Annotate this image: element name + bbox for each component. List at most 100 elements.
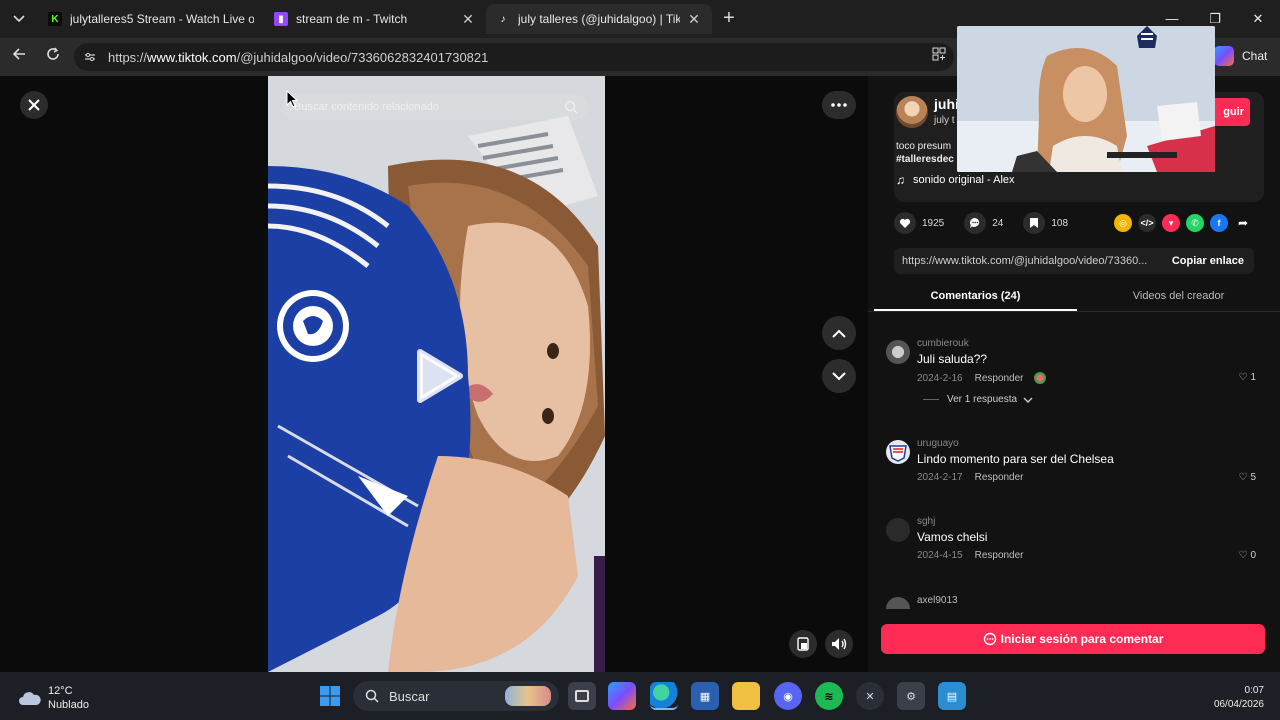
taskbar-search[interactable]: Buscar	[353, 681, 559, 711]
comment-item: axel9013	[886, 595, 1266, 609]
url-field[interactable]: https://www.tiktok.com/@juhidalgoo/video…	[74, 43, 954, 71]
app-window-icon[interactable]: ▤	[938, 682, 966, 710]
comment-like-button[interactable]: ♡ 5	[1238, 472, 1256, 483]
file-explorer-icon[interactable]	[732, 682, 760, 710]
embed-coin-icon[interactable]: ◎	[1114, 214, 1132, 232]
author-name[interactable]: juhi	[934, 96, 959, 112]
settings-icon[interactable]: ⚙	[897, 682, 925, 710]
mini-player-icon	[797, 637, 809, 651]
tab-actions-menu[interactable]	[6, 8, 32, 30]
app-available-button[interactable]	[928, 46, 950, 68]
close-window-button[interactable]: ✕	[1246, 8, 1270, 30]
save-button[interactable]: 108	[1023, 212, 1068, 234]
spotify-icon[interactable]: ≋	[815, 682, 843, 710]
previous-video-button[interactable]	[822, 316, 856, 350]
related-search-input[interactable]: Buscar contenido relacionado	[282, 94, 588, 120]
tab-kick[interactable]: K julytalleres5 Stream - Watch Live o	[38, 4, 264, 34]
comment-like-button[interactable]: ♡ 0	[1238, 550, 1256, 561]
more-options-button[interactable]	[822, 91, 856, 119]
share-arrow-icon[interactable]: ➦	[1234, 214, 1252, 232]
login-to-comment-button[interactable]: Iniciar sesión para comentar	[881, 624, 1265, 654]
system-clock[interactable]: 0:07 06/04/2026	[1214, 684, 1264, 712]
send-to-friends-icon[interactable]: ▾	[1162, 214, 1180, 232]
comment-text: Vamos chelsi	[917, 530, 988, 544]
comment-like-count: 0	[1250, 550, 1256, 561]
commenter-avatar[interactable]	[886, 597, 910, 609]
reply-button[interactable]: Responder	[975, 373, 1024, 384]
tab-comments[interactable]: Comentarios (24)	[874, 282, 1077, 311]
view-replies-button[interactable]: Ver 1 respuesta	[923, 394, 1033, 405]
embed-code-icon[interactable]: </>	[1138, 214, 1156, 232]
tab-title: stream de m - Twitch	[296, 12, 408, 26]
tab-twitch[interactable]: ▮ stream de m - Twitch ✕	[264, 4, 486, 34]
play-icon[interactable]	[414, 348, 464, 404]
commenter-username[interactable]: axel9013	[917, 595, 958, 606]
edge-icon[interactable]	[650, 682, 678, 710]
commenter-avatar[interactable]	[886, 440, 910, 464]
copilot-icon[interactable]	[608, 682, 636, 710]
video-link-text: https://www.tiktok.com/@juhidalgoo/video…	[902, 255, 1148, 267]
sound-label: sonido original - Alex	[913, 174, 1015, 186]
reply-button[interactable]: Responder	[975, 550, 1024, 561]
url-domain: www.tiktok.com	[147, 49, 237, 65]
new-tab-button[interactable]: +	[718, 8, 740, 30]
site-info-icon[interactable]	[82, 49, 98, 65]
follow-button[interactable]: guir	[1210, 98, 1250, 126]
task-view-icon[interactable]	[568, 682, 596, 710]
webcam-feed	[957, 26, 1215, 172]
search-highlight-icon	[505, 686, 551, 706]
copy-link-button[interactable]: Copiar enlace	[1162, 255, 1254, 267]
refresh-icon	[47, 47, 59, 60]
comment-date: 2024-4-15	[917, 550, 963, 561]
close-video-button[interactable]	[20, 91, 48, 119]
commenter-username[interactable]: uruguayo	[917, 438, 959, 449]
comment-icon	[983, 632, 996, 646]
refresh-button[interactable]	[42, 46, 64, 68]
start-button[interactable]	[316, 682, 344, 710]
save-count: 108	[1051, 217, 1069, 229]
tab-tiktok[interactable]: ♪ july talleres (@juhidalgoo) | TikTok ✕	[486, 4, 712, 34]
copilot-chat-button[interactable]: Chat	[1214, 46, 1267, 66]
reply-button[interactable]: Responder	[975, 472, 1024, 483]
panel-tabs: Comentarios (24) Videos del creador	[868, 282, 1280, 312]
chevron-up-icon	[832, 329, 846, 338]
tab-title: july talleres (@juhidalgoo) | TikTok	[518, 12, 680, 26]
view-replies-label: Ver 1 respuesta	[947, 394, 1018, 405]
twitch-icon: ▮	[274, 12, 288, 26]
heart-outline-icon: ♡	[1238, 472, 1248, 483]
music-note-icon: ♫	[896, 173, 905, 187]
chevron-down-icon	[832, 371, 846, 380]
commenter-username[interactable]: sghj	[917, 516, 935, 527]
close-tab-icon[interactable]: ✕	[686, 11, 702, 28]
tab-creator-videos[interactable]: Videos del creador	[1077, 282, 1280, 311]
discord-icon[interactable]: ◉	[774, 682, 802, 710]
comment-date: 2024-2-17	[917, 472, 963, 483]
comment-like-count: 1	[1250, 372, 1256, 383]
commenter-username[interactable]: cumbierouk	[917, 338, 969, 349]
xbox-icon[interactable]: ✕	[856, 682, 884, 710]
url-path: /@juhidalgoo/video/7336062832401730821	[236, 49, 489, 65]
arrow-left-icon	[12, 48, 25, 60]
comment-button[interactable]: 24	[964, 212, 1003, 234]
comment-count: 24	[992, 217, 1004, 229]
url-prefix: https://	[108, 49, 148, 65]
commenter-avatar[interactable]	[886, 518, 910, 542]
like-button[interactable]: 1925	[894, 212, 944, 234]
close-tab-icon[interactable]: ✕	[460, 11, 476, 28]
volume-button[interactable]	[825, 630, 853, 658]
next-video-button[interactable]	[822, 359, 856, 393]
whatsapp-icon[interactable]: ✆	[1186, 214, 1204, 232]
comment-icon	[970, 217, 980, 228]
copilot-icon	[1214, 46, 1234, 66]
facebook-icon[interactable]: f	[1210, 214, 1228, 232]
comment-like-button[interactable]: ♡ 1	[1238, 372, 1256, 383]
weather-widget[interactable]: 12°C Nublado	[18, 684, 89, 712]
author-avatar[interactable]	[896, 96, 928, 128]
taskbar-search-label: Buscar	[389, 688, 430, 704]
sound-link[interactable]: ♫ sonido original - Alex	[896, 173, 1015, 187]
video-player-area: Buscar contenido relacionado	[0, 76, 868, 672]
floating-player-button[interactable]	[789, 630, 817, 658]
commenter-avatar[interactable]	[886, 340, 910, 364]
store-icon[interactable]: ▦	[691, 682, 719, 710]
back-button[interactable]	[8, 46, 30, 68]
